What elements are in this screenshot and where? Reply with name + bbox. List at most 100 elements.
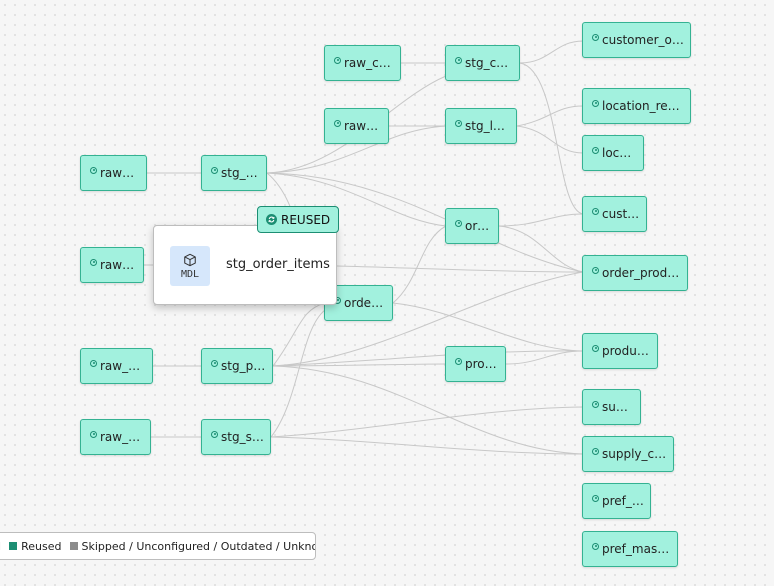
node-orders[interactable]: ord...	[445, 208, 499, 244]
model-icon	[455, 357, 462, 365]
node-tooltip: MDL stg_order_items	[153, 225, 337, 305]
edge	[272, 363, 447, 367]
edge	[498, 213, 584, 227]
tooltip-model-name: stg_order_items	[226, 257, 330, 272]
reuse-icon	[266, 214, 277, 225]
model-icon	[592, 344, 599, 352]
legend-swatch	[9, 542, 18, 550]
node-stg-orders[interactable]: stg_or...	[201, 155, 267, 191]
node-label: raw_it...	[100, 258, 137, 272]
node-label: order_produc...	[602, 266, 681, 280]
status-legend: il Reused Skipped / Unconfigured / Outda…	[0, 532, 316, 560]
node-label: locati...	[602, 146, 637, 160]
node-locations[interactable]: locati...	[582, 135, 644, 171]
node-supplies[interactable]: supp...	[582, 389, 641, 425]
node-order-products[interactable]: order_produc...	[582, 255, 688, 291]
node-stg-locations[interactable]: stg_loc...	[445, 108, 517, 144]
node-label: raw_pr...	[100, 359, 146, 373]
legend-partial: il	[0, 540, 1, 553]
node-stg-supplies[interactable]: stg_su...	[201, 419, 271, 455]
cube-icon	[184, 253, 196, 266]
node-customers[interactable]: custo...	[582, 196, 647, 232]
legend-item-reused: Reused	[9, 540, 62, 553]
status-badge-label: REUSED	[281, 212, 331, 227]
edge	[272, 350, 584, 367]
edge	[270, 309, 326, 438]
status-badge: REUSED	[257, 206, 340, 233]
node-label: stg_pro...	[221, 359, 266, 373]
node-products-intermediate[interactable]: prod...	[445, 346, 506, 382]
node-label: stg_or...	[221, 166, 260, 180]
model-icon	[90, 359, 97, 367]
model-icon	[334, 56, 341, 64]
model-icon	[592, 447, 599, 455]
edge	[392, 225, 447, 304]
node-pref-m[interactable]: pref_m...	[582, 483, 651, 519]
node-label: supply_cos...	[602, 447, 667, 461]
node-raw-customers[interactable]: raw_cust...	[324, 45, 401, 81]
edge	[392, 302, 584, 352]
model-icon	[90, 166, 97, 174]
node-label: raw_cust...	[344, 56, 394, 70]
node-stg-products[interactable]: stg_pro...	[201, 348, 273, 384]
model-icon	[592, 146, 599, 154]
node-label: raw_su...	[100, 430, 144, 444]
model-icon	[455, 56, 462, 64]
node-raw-stores[interactable]: raw_st...	[324, 108, 389, 144]
edge	[516, 105, 584, 127]
edge	[272, 365, 584, 455]
node-raw-items[interactable]: raw_it...	[80, 247, 144, 283]
edge	[505, 350, 584, 365]
node-label: stg_su...	[221, 430, 264, 444]
model-icon	[90, 430, 97, 438]
edge	[498, 225, 584, 273]
node-raw-orders[interactable]: raw_or...	[80, 155, 147, 191]
model-icon	[455, 119, 462, 127]
model-icon	[592, 207, 599, 215]
node-supply-costs[interactable]: supply_cos...	[582, 436, 674, 472]
edge	[270, 406, 584, 438]
model-type-label: MDL	[180, 268, 200, 280]
node-label: pref_m...	[602, 494, 644, 508]
model-icon	[592, 494, 599, 502]
node-label: raw_st...	[344, 119, 382, 133]
node-label: ord...	[465, 219, 492, 233]
node-label: custo...	[602, 207, 640, 221]
model-icon	[90, 258, 97, 266]
node-label: stg_loc...	[465, 119, 510, 133]
legend-swatch	[69, 542, 78, 550]
edge	[519, 40, 584, 64]
model-icon	[211, 166, 218, 174]
model-icon	[592, 99, 599, 107]
node-label: order_i...	[344, 296, 386, 310]
node-stg-customers[interactable]: stg_cust...	[445, 45, 520, 81]
node-location-revenue[interactable]: location_reven...	[582, 88, 691, 124]
model-icon	[334, 119, 341, 127]
edge	[270, 436, 584, 455]
node-label: customer_ord...	[602, 33, 684, 47]
node-label: raw_or...	[100, 166, 140, 180]
node-products[interactable]: product...	[582, 333, 658, 369]
node-label: pref_master...	[602, 542, 671, 556]
node-customer-orders[interactable]: customer_ord...	[582, 22, 691, 58]
legend-item-skipped: Skipped / Unconfigured / Outdated / Unkn…	[69, 540, 315, 553]
model-icon	[592, 542, 599, 550]
model-icon	[211, 430, 218, 438]
model-icon	[592, 33, 599, 41]
node-label: location_reven...	[602, 99, 684, 113]
edge	[272, 302, 326, 367]
model-icon	[455, 219, 462, 227]
edge	[519, 62, 584, 215]
model-type-badge: MDL	[170, 246, 210, 286]
model-icon	[592, 400, 599, 408]
node-raw-products[interactable]: raw_pr...	[80, 348, 153, 384]
node-label: prod...	[465, 357, 499, 371]
node-label: product...	[602, 344, 651, 358]
node-raw-supplies[interactable]: raw_su...	[80, 419, 151, 455]
edge	[336, 265, 584, 273]
lineage-canvas[interactable]: raw_or... raw_it... raw_pr... raw_su... …	[0, 0, 774, 586]
edge	[516, 125, 584, 154]
model-icon	[211, 359, 218, 367]
node-label: supp...	[602, 400, 634, 414]
node-pref-master[interactable]: pref_master...	[582, 531, 678, 567]
